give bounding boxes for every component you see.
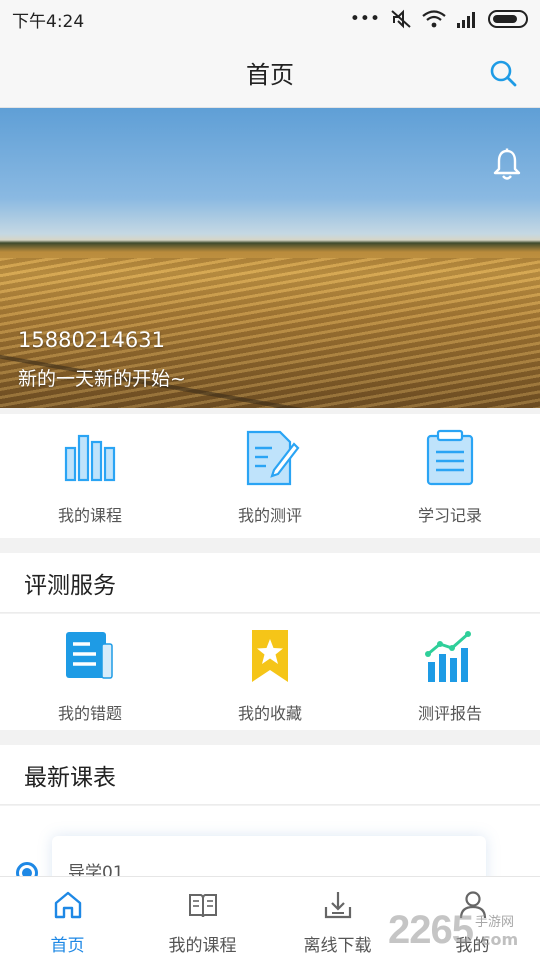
menu-my-evaluations[interactable]: 我的测评 <box>180 414 360 538</box>
home-icon <box>54 891 81 919</box>
watermark-com: .com <box>474 930 519 949</box>
nav-label: 首页 <box>50 936 85 956</box>
nav-home[interactable]: 首页 <box>0 877 135 960</box>
report-chart-icon <box>425 631 471 682</box>
status-icons: ••• <box>350 9 528 29</box>
error-book-icon <box>66 632 113 679</box>
status-bar: 下午4:24 ••• <box>0 0 540 38</box>
app-header: 首页 <box>0 38 540 108</box>
menu-my-courses[interactable]: 我的课程 <box>0 414 180 538</box>
bell-icon[interactable] <box>492 148 522 182</box>
schedule-section-title: 最新课表 <box>0 745 540 805</box>
menu-label: 测评报告 <box>417 704 482 723</box>
page-title: 首页 <box>246 61 294 89</box>
home-screen: 下午4:24 ••• 首页 15880214631 新的一天新的开始~ 我的课程… <box>0 0 540 960</box>
menu-label: 学习记录 <box>417 506 482 525</box>
battery-icon <box>488 10 528 28</box>
more-dots-icon: ••• <box>349 9 380 29</box>
menu-label: 我的测评 <box>237 506 302 525</box>
status-time: 下午4:24 <box>12 11 85 32</box>
menu-label: 我的收藏 <box>237 704 302 723</box>
nav-label: 我的课程 <box>168 936 237 956</box>
banner-slogan: 新的一天新的开始~ <box>18 368 186 390</box>
quick-menu: 我的课程 我的测评 学习记录 <box>0 414 540 538</box>
watermark-side: 手游网 .com <box>475 911 518 949</box>
document-edit-icon <box>246 430 300 486</box>
mute-icon <box>391 9 411 29</box>
eval-section-title: 评测服务 <box>0 553 540 613</box>
schedule-list: 导学01 <box>0 806 540 916</box>
profile-banner[interactable]: 15880214631 新的一天新的开始~ <box>0 108 540 408</box>
menu-wrong-questions[interactable]: 我的错题 <box>0 614 180 730</box>
clipboard-icon <box>426 429 474 486</box>
book-icon <box>188 894 217 918</box>
signal-icon <box>457 12 475 28</box>
search-icon[interactable] <box>488 58 518 88</box>
menu-my-favorites[interactable]: 我的收藏 <box>180 614 360 730</box>
site-watermark: 2265 手游网 .com <box>388 902 540 958</box>
star-bookmark-icon <box>252 630 288 682</box>
nav-my-courses[interactable]: 我的课程 <box>135 877 270 960</box>
user-phone: 15880214631 <box>18 328 165 352</box>
watermark-cn: 手游网 <box>474 915 514 930</box>
menu-label: 我的课程 <box>57 506 122 525</box>
menu-study-records[interactable]: 学习记录 <box>360 414 540 538</box>
menu-eval-report[interactable]: 测评报告 <box>360 614 540 730</box>
bar-chart-icon <box>64 434 116 482</box>
menu-label: 我的错题 <box>57 704 122 723</box>
nav-label: 离线下载 <box>303 936 372 956</box>
eval-menu: 我的错题 我的收藏 测评报告 <box>0 614 540 730</box>
download-icon <box>324 892 351 919</box>
watermark-number: 2265 <box>388 907 474 952</box>
nav-offline-download[interactable]: 离线下载 <box>270 877 405 960</box>
wifi-icon <box>422 10 446 28</box>
